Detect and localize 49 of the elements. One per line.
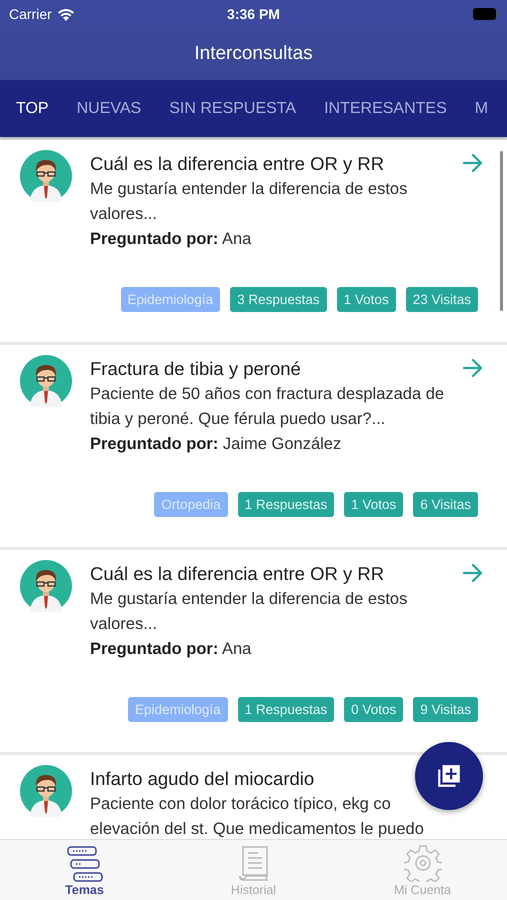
avatar-icon bbox=[20, 765, 72, 817]
question-text: Paciente de 50 años con fractura desplazada de tibia y peroné. Que férula puedo usar?... bbox=[90, 384, 446, 430]
wifi-icon bbox=[56, 8, 75, 20]
tag: Epidemiología bbox=[120, 287, 220, 312]
question-card[interactable]: Cuál es la diferencia entre OR y RR Me gustaría entender la diferencia de estos valores... Preguntado por: Ana Epidemiología 1 Respuestas 0 Votos 9 Visitas bbox=[0, 550, 507, 752]
tab[interactable]: INTERESANTES bbox=[324, 100, 447, 118]
chat-bubbles-icon bbox=[64, 846, 104, 882]
tag: 1 Respuestas bbox=[238, 492, 334, 517]
tab[interactable]: M bbox=[474, 100, 488, 118]
question-text: Paciente con dolor torácico típico, ekg co elevación del st. Que medicamentos le puedo bbox=[90, 794, 425, 839]
tab[interactable]: TOP bbox=[16, 100, 49, 118]
add-copy-icon bbox=[436, 763, 462, 789]
tag: Ortopedia bbox=[154, 492, 228, 517]
tag: 1 Respuestas bbox=[238, 697, 334, 722]
asked-by-text: Preguntado por: Ana bbox=[90, 229, 252, 250]
question-text: Me gustaría entender la diferencia de estos valores... bbox=[90, 589, 408, 635]
battery-icon bbox=[473, 8, 499, 20]
question-title[interactable]: Infarto agudo del miocardio bbox=[90, 768, 314, 790]
question-title[interactable]: Fractura de tibia y peroné bbox=[90, 358, 301, 380]
document-icon bbox=[238, 846, 270, 882]
avatar-icon bbox=[20, 560, 72, 612]
tag: 6 Visitas bbox=[413, 492, 478, 517]
question-card[interactable]: Infarto agudo del miocardio Paciente con dolor torácico típico, ekg co elevación del st. Que medicamentos le puedo bbox=[0, 755, 507, 839]
tag: 0 Votos bbox=[344, 697, 404, 722]
avatar-icon bbox=[20, 355, 72, 407]
tab[interactable]: SIN RESPUESTA bbox=[169, 100, 296, 118]
asked-by-text: Preguntado por: Ana bbox=[90, 639, 252, 660]
tab[interactable]: NUEVAS bbox=[76, 100, 142, 118]
asked-by-text: Preguntado por: Jaime González bbox=[90, 434, 342, 455]
arrow-right-icon[interactable] bbox=[462, 358, 484, 378]
question-text: Me gustaría entender la diferencia de estos valores... bbox=[90, 179, 408, 225]
tag: 1 Votos bbox=[336, 287, 396, 312]
question-card[interactable]: Fractura de tibia y peroné Paciente de 50 años con fractura desplazada de tibia y peroné. Que férula puedo usar?... Preguntado por: Jaime González Ortopedia 1 Respuestas 1 Votos 6 Visitas bbox=[0, 345, 507, 547]
tag: 23 Visitas bbox=[406, 287, 478, 312]
clock-time: 3:36 PM bbox=[227, 6, 280, 22]
question-card[interactable]: Cuál es la diferencia entre OR y RR Me gustaría entender la diferencia de estos valores... Preguntado por: Ana Epidemiología 3 Respuestas 1 Votos 23 Visitas bbox=[0, 140, 507, 342]
arrow-right-icon[interactable] bbox=[462, 563, 484, 583]
tag: 3 Respuestas bbox=[230, 287, 327, 312]
tag: Epidemiología bbox=[128, 697, 228, 722]
carrier-name: Carrier bbox=[9, 6, 52, 22]
tag: 9 Visitas bbox=[413, 697, 478, 722]
question-title[interactable]: Cuál es la diferencia entre OR y RR bbox=[90, 563, 384, 585]
arrow-right-icon[interactable] bbox=[462, 153, 484, 173]
settings-icon bbox=[404, 844, 442, 882]
question-title[interactable]: Cuál es la diferencia entre OR y RR bbox=[90, 153, 384, 175]
avatar-icon bbox=[20, 150, 72, 202]
tag: 1 Votos bbox=[344, 492, 404, 517]
nav-tab[interactable]: Temas bbox=[0, 840, 169, 900]
window-title: Interconsultas bbox=[194, 43, 313, 65]
